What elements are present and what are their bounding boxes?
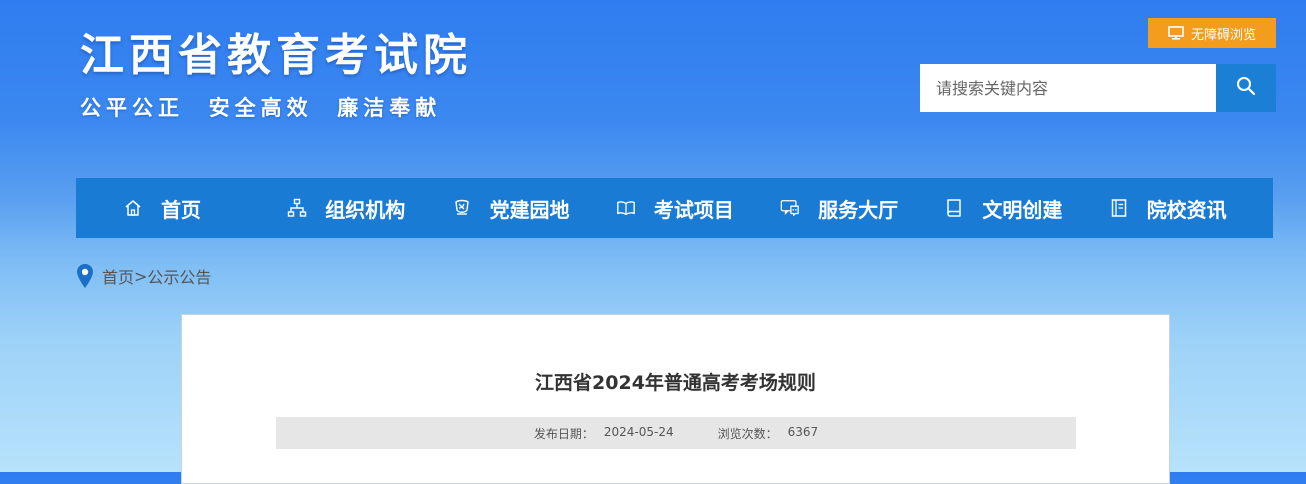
nav-item-label: 党建园地 (489, 197, 570, 222)
article-card: 江西省2024年普通高考考场规则 发布日期： 2024-05-24 浏览次数： … (181, 314, 1170, 484)
nav-item-civilization[interactable]: 文明创建 (944, 178, 1108, 238)
view-count-value: 6367 (787, 424, 819, 439)
search-input[interactable] (920, 64, 1216, 112)
nav-item-home[interactable]: 首页 (123, 178, 287, 238)
article-meta-bar: 发布日期： 2024-05-24 浏览次数： 6367 (276, 417, 1076, 449)
open-book-icon (616, 198, 636, 218)
publish-date-value: 2024-05-24 (603, 424, 674, 439)
nav-item-label: 院校资讯 (1146, 197, 1227, 222)
service-chat-icon (780, 198, 800, 218)
view-count-group: 浏览次数： 6367 (718, 425, 819, 442)
nav-item-label: 服务大厅 (818, 197, 899, 222)
breadcrumb: 首页 > 公示公告 (76, 263, 211, 289)
party-emblem-icon (452, 198, 472, 218)
nav-item-party-building[interactable]: 党建园地 (452, 178, 616, 238)
search-button[interactable] (1216, 64, 1276, 112)
nav-item-label: 文明创建 (982, 197, 1063, 222)
nav-item-school-news[interactable]: 院校资讯 (1109, 178, 1273, 238)
site-title: 江西省教育考试院 (80, 30, 472, 81)
nav-item-label: 考试项目 (653, 197, 734, 222)
article-title: 江西省2024年普通高考考场规则 (535, 372, 816, 394)
news-document-icon (1109, 198, 1129, 218)
book-icon (944, 198, 964, 218)
accessibility-button[interactable]: 无障碍浏览 (1148, 18, 1276, 48)
nav-item-organization[interactable]: 组织机构 (287, 178, 451, 238)
nav-item-exam-projects[interactable]: 考试项目 (616, 178, 780, 238)
search-icon (1236, 76, 1256, 100)
monitor-icon (1168, 26, 1184, 40)
nav-item-label: 首页 (161, 197, 201, 222)
site-slogan: 公平公正 安全高效 廉洁奉献 (80, 96, 442, 120)
breadcrumb-separator: > (134, 266, 148, 286)
publish-date-group: 发布日期： 2024-05-24 (534, 425, 674, 442)
search-box (920, 64, 1276, 112)
home-icon (123, 198, 143, 218)
breadcrumb-home-link[interactable]: 首页 (102, 264, 134, 288)
publish-date-label: 发布日期： (533, 426, 594, 441)
main-nav: 首页 组织机构 党建园地 考试项目 服务大厅 文明创建 院校资讯 (76, 178, 1273, 238)
breadcrumb-current-link[interactable]: 公示公告 (147, 264, 211, 288)
accessibility-label: 无障碍浏览 (1190, 27, 1256, 43)
nav-item-label: 组织机构 (325, 197, 406, 222)
view-count-label: 浏览次数： (717, 426, 778, 441)
nav-item-service-hall[interactable]: 服务大厅 (780, 178, 944, 238)
org-chart-icon (287, 198, 307, 218)
location-pin-icon (76, 263, 94, 289)
